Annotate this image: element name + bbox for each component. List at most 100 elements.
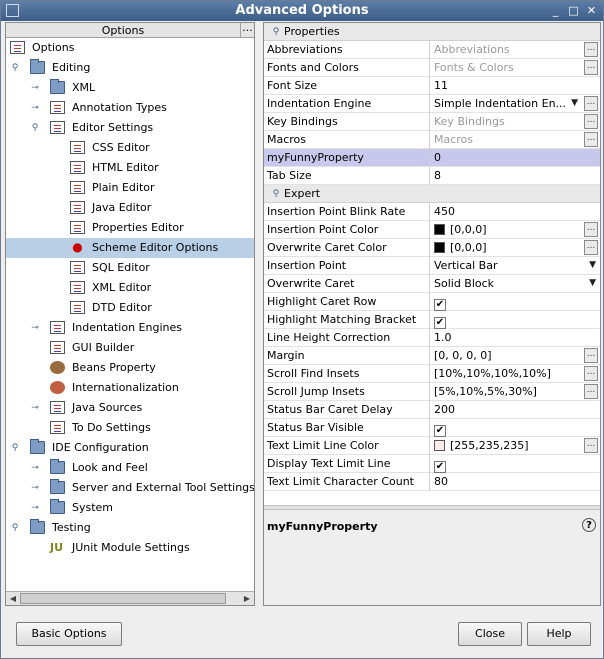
- expanded-handle-icon[interactable]: ⚲: [10, 63, 20, 73]
- property-value[interactable]: Simple Indentation En...: [431, 95, 567, 113]
- property-row-key-bindings[interactable]: Key Bindings Key Bindings ...: [264, 113, 600, 131]
- indentation-engine-edit-button[interactable]: ...: [584, 96, 598, 111]
- tree-node-look-and-feel[interactable]: ⊸ Look and Feel: [6, 458, 254, 478]
- property-row-margin[interactable]: Margin [0, 0, 0, 0] ...: [264, 347, 600, 365]
- category-expert[interactable]: ⚲ Expert: [264, 185, 600, 203]
- property-value[interactable]: Vertical Bar: [431, 257, 600, 275]
- property-value[interactable]: 200: [431, 401, 600, 419]
- property-value[interactable]: ✔: [431, 293, 600, 311]
- scroll-left-icon[interactable]: ◀: [6, 592, 20, 605]
- help-button[interactable]: Help: [527, 622, 591, 646]
- expanded-handle-icon[interactable]: ⚲: [10, 443, 20, 453]
- expanded-handle-icon[interactable]: ⚲: [10, 523, 20, 533]
- checkbox[interactable]: ✔: [434, 299, 446, 311]
- property-value[interactable]: [10%,10%,10%,10%]: [431, 365, 600, 383]
- tree-node-java-sources[interactable]: ⊸ Java Sources: [6, 398, 254, 418]
- property-row-overwrite-caret-color[interactable]: Overwrite Caret Color [0,0,0] ...: [264, 239, 600, 257]
- category-properties[interactable]: ⚲ Properties: [264, 23, 600, 41]
- tree-node-beans-property[interactable]: Beans Property: [6, 358, 254, 378]
- tree-node-java-editor[interactable]: Java Editor: [6, 198, 254, 218]
- property-value[interactable]: Fonts & Colors: [431, 59, 600, 77]
- close-window-icon[interactable]: ✕: [585, 4, 598, 17]
- property-row-abbreviations[interactable]: Abbreviations Abbreviations ...: [264, 41, 600, 59]
- basic-options-button[interactable]: Basic Options: [16, 622, 122, 646]
- maximize-icon[interactable]: □: [567, 4, 580, 17]
- property-value[interactable]: [0,0,0]: [431, 239, 600, 257]
- dropdown-arrow-icon[interactable]: ▼: [589, 278, 596, 288]
- property-row-line-height-correction[interactable]: Line Height Correction 1.0: [264, 329, 600, 347]
- property-row-fonts-and-colors[interactable]: Fonts and Colors Fonts & Colors ...: [264, 59, 600, 77]
- property-row-display-text-limit-line[interactable]: Display Text Limit Line ✔: [264, 455, 600, 473]
- options-tree[interactable]: Options ... Options ⚲ Editing ⊸ XML ⊸ An…: [5, 22, 255, 606]
- tree-node-editing[interactable]: ⚲ Editing: [6, 58, 254, 78]
- tree-horizontal-scrollbar[interactable]: ◀ ▶: [6, 591, 254, 605]
- tree-node-sql-editor[interactable]: SQL Editor: [6, 258, 254, 278]
- property-value[interactable]: [0,0,0]: [431, 221, 600, 239]
- tree-node-internationalization[interactable]: Internationalization: [6, 378, 254, 398]
- margin-edit-button[interactable]: ...: [584, 348, 598, 363]
- tree-node-editor-settings[interactable]: ⚲ Editor Settings: [6, 118, 254, 138]
- tree-header-more-button[interactable]: ...: [240, 22, 254, 37]
- property-value[interactable]: [0, 0, 0, 0]: [431, 347, 600, 365]
- tree-node-gui-builder[interactable]: GUI Builder: [6, 338, 254, 358]
- tree-node-css-editor[interactable]: CSS Editor: [6, 138, 254, 158]
- close-button[interactable]: Close: [458, 622, 522, 646]
- expanded-handle-icon[interactable]: ⚲: [30, 123, 40, 133]
- property-value[interactable]: ✔: [431, 455, 600, 473]
- scroll-find-insets-edit-button[interactable]: ...: [584, 366, 598, 381]
- property-row-highlight-caret-row[interactable]: Highlight Caret Row ✔: [264, 293, 600, 311]
- property-value[interactable]: ✔: [431, 419, 600, 437]
- property-row-font-size[interactable]: Font Size 11: [264, 77, 600, 95]
- property-row-text-limit-character-count[interactable]: Text Limit Character Count 80: [264, 473, 600, 491]
- help-icon[interactable]: ?: [582, 518, 596, 532]
- property-row-tab-size[interactable]: Tab Size 8: [264, 167, 600, 185]
- tree-node-to-do-settings[interactable]: To Do Settings: [6, 418, 254, 438]
- tree-node-dtd-editor[interactable]: DTD Editor: [6, 298, 254, 318]
- property-value[interactable]: 11: [431, 77, 600, 95]
- checkbox[interactable]: ✔: [434, 317, 446, 329]
- overwrite-caret-color-edit-button[interactable]: ...: [584, 240, 598, 255]
- property-row-text-limit-line-color[interactable]: Text Limit Line Color [255,235,235] ...: [264, 437, 600, 455]
- property-value[interactable]: Solid Block: [431, 275, 600, 293]
- property-value[interactable]: Abbreviations: [431, 41, 600, 59]
- checkbox[interactable]: ✔: [434, 461, 446, 473]
- tree-node-html-editor[interactable]: HTML Editor: [6, 158, 254, 178]
- property-row-status-bar-visible[interactable]: Status Bar Visible ✔: [264, 419, 600, 437]
- tree-node-options[interactable]: Options: [6, 38, 254, 58]
- collapsed-handle-icon[interactable]: ⊸: [30, 323, 40, 333]
- collapsed-handle-icon[interactable]: ⊸: [30, 103, 40, 113]
- key-bindings-edit-button[interactable]: ...: [584, 114, 598, 129]
- tree-node-junit-module-settings[interactable]: JU JUnit Module Settings: [6, 538, 254, 558]
- collapsed-handle-icon[interactable]: ⊸: [30, 503, 40, 513]
- collapsed-handle-icon[interactable]: ⊸: [30, 83, 40, 93]
- checkbox[interactable]: ✔: [434, 425, 446, 437]
- title-bar[interactable]: Advanced Options _ □ ✕: [1, 1, 603, 21]
- scroll-jump-insets-edit-button[interactable]: ...: [584, 384, 598, 399]
- property-row-insertion-point-color[interactable]: Insertion Point Color [0,0,0] ...: [264, 221, 600, 239]
- property-value[interactable]: 8: [431, 167, 600, 185]
- tree-node-xml[interactable]: ⊸ XML: [6, 78, 254, 98]
- tree-node-system[interactable]: ⊸ System: [6, 498, 254, 518]
- property-row-macros[interactable]: Macros Macros ...: [264, 131, 600, 149]
- scroll-right-icon[interactable]: ▶: [240, 592, 254, 605]
- tree-node-server-and-external-tool-settings[interactable]: ⊸ Server and External Tool Settings: [6, 478, 254, 498]
- property-value[interactable]: [5%,10%,5%,30%]: [431, 383, 600, 401]
- insertion-point-color-edit-button[interactable]: ...: [584, 222, 598, 237]
- property-value[interactable]: 1.0: [431, 329, 600, 347]
- expanded-handle-icon[interactable]: ⚲: [271, 27, 281, 37]
- text-limit-line-color-edit-button[interactable]: ...: [584, 438, 598, 453]
- expanded-handle-icon[interactable]: ⚲: [271, 189, 281, 199]
- tree-node-ide-configuration[interactable]: ⚲ IDE Configuration: [6, 438, 254, 458]
- collapsed-handle-icon[interactable]: ⊸: [30, 403, 40, 413]
- tree-node-testing[interactable]: ⚲ Testing: [6, 518, 254, 538]
- property-value[interactable]: 80: [431, 473, 600, 491]
- dropdown-arrow-icon[interactable]: ▼: [571, 98, 578, 108]
- property-row-highlight-matching-bracket[interactable]: Highlight Matching Bracket ✔: [264, 311, 600, 329]
- minimize-icon[interactable]: _: [549, 4, 562, 17]
- collapsed-handle-icon[interactable]: ⊸: [30, 463, 40, 473]
- property-row-myfunnyproperty[interactable]: myFunnyProperty 0: [264, 149, 600, 167]
- tree-node-annotation-types[interactable]: ⊸ Annotation Types: [6, 98, 254, 118]
- property-row-overwrite-caret[interactable]: Overwrite Caret Solid Block ▼: [264, 275, 600, 293]
- property-row-insertion-point[interactable]: Insertion Point Vertical Bar ▼: [264, 257, 600, 275]
- tree-node-properties-editor[interactable]: Properties Editor: [6, 218, 254, 238]
